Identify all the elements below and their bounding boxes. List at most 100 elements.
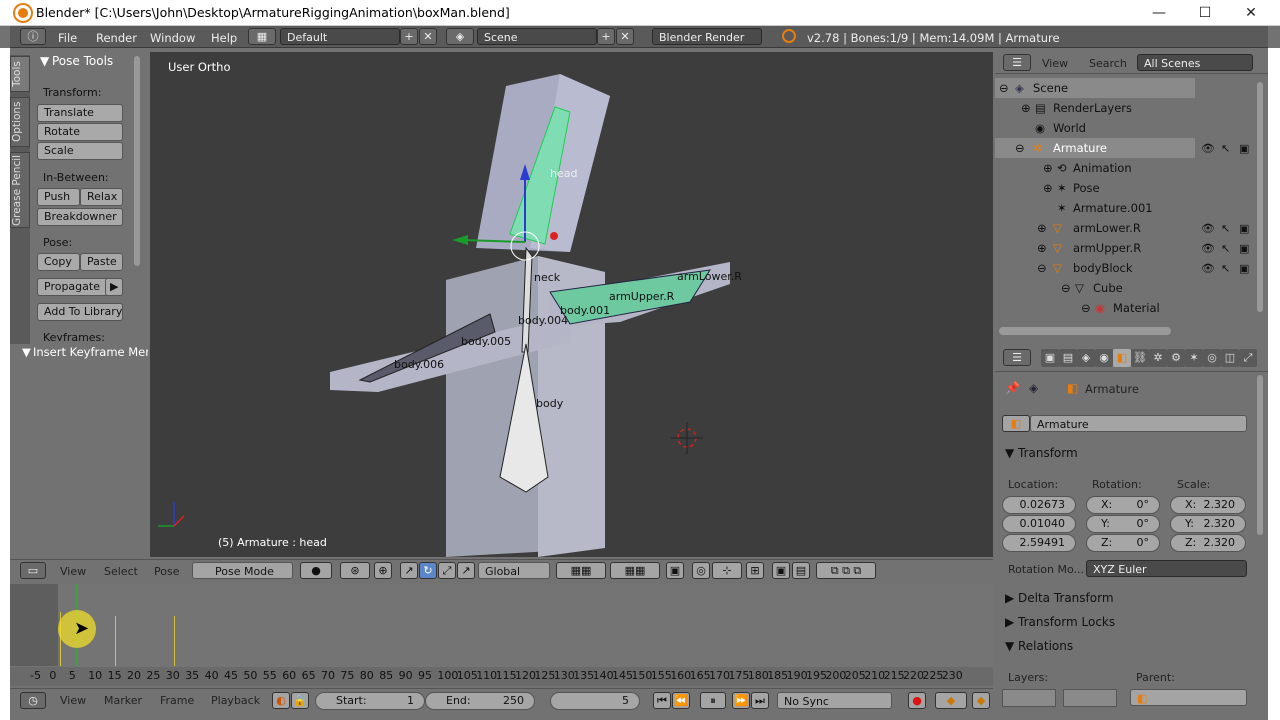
sync-mode-select[interactable]: No Sync	[777, 692, 892, 709]
visibility-eye-icon-2[interactable]: 👁	[1201, 222, 1215, 235]
jump-end-icon[interactable]: ⏭	[751, 692, 769, 709]
collapse-bodyblock-icon[interactable]: ⊖	[1037, 258, 1047, 278]
properties-tab-icon[interactable]: ◎	[1203, 349, 1221, 367]
add-screen-icon[interactable]: +	[400, 28, 418, 45]
scale-z-field[interactable]: Z: 2.320	[1170, 534, 1246, 552]
rotate-manipulator-icon[interactable]: ↻	[419, 562, 437, 579]
pause-icon[interactable]: ⏸	[700, 692, 726, 709]
rotation-x-field[interactable]: X: 0°	[1086, 496, 1160, 514]
pin-icon[interactable]: 📌	[1005, 381, 1020, 395]
scale-x-field[interactable]: X: 2.320	[1170, 496, 1246, 514]
proportional-edit-icon[interactable]: ◎	[692, 562, 710, 579]
start-frame-field[interactable]: Start: 1	[315, 692, 425, 710]
paste-pose-button[interactable]: Paste	[80, 253, 123, 271]
transform-section-title[interactable]: Transform	[1018, 446, 1078, 460]
propagate-button[interactable]: Propagate	[37, 278, 109, 296]
delta-transform-expand-icon[interactable]: ▶	[1005, 591, 1014, 605]
properties-tab-icon[interactable]: ⛓	[1131, 349, 1149, 367]
translate-button[interactable]: Translate	[37, 104, 123, 122]
menu-help[interactable]: Help	[211, 31, 237, 45]
menu-window[interactable]: Window	[150, 31, 195, 45]
scene-field[interactable]: Scene	[477, 28, 597, 45]
relax-button[interactable]: Relax	[80, 188, 123, 206]
outliner-item-armature[interactable]: Armature	[1053, 138, 1107, 158]
outliner-item-bodyblock[interactable]: bodyBlock	[1073, 258, 1133, 278]
properties-tab-icon[interactable]: ✶	[1185, 349, 1203, 367]
tab-options[interactable]: Options	[10, 97, 30, 147]
outliner-editor-icon[interactable]: ☰	[1003, 54, 1031, 71]
collapse-cube-icon[interactable]: ⊖	[1061, 278, 1071, 298]
properties-tab-icon[interactable]: ◉	[1095, 349, 1113, 367]
location-y-field[interactable]: 0.01040	[1002, 515, 1076, 533]
collapse-material-icon[interactable]: ⊖	[1081, 298, 1091, 318]
render-icon-3[interactable]: ▣	[1239, 242, 1249, 255]
properties-tab-icon[interactable]: ✲	[1149, 349, 1167, 367]
tool-panel-scrollbar[interactable]	[134, 56, 140, 266]
timeline-menu-marker[interactable]: Marker	[104, 694, 142, 707]
close-button[interactable]: ✕	[1228, 0, 1274, 26]
shading-icon[interactable]: ●	[300, 562, 332, 579]
expand-armupper-icon[interactable]: ⊕	[1037, 238, 1047, 258]
snap-element-icon[interactable]: ⊹	[712, 562, 742, 579]
rotation-z-field[interactable]: Z: 0°	[1086, 534, 1160, 552]
minimize-button[interactable]: —	[1136, 0, 1182, 26]
render-icon-2[interactable]: ▣	[1239, 222, 1249, 235]
delta-transform-title[interactable]: Delta Transform	[1018, 591, 1114, 605]
snap-target-icon[interactable]: ⊞	[746, 562, 764, 579]
properties-tab-icon[interactable]: ◧	[1113, 349, 1131, 367]
transform-locks-title[interactable]: Transform Locks	[1018, 615, 1115, 629]
location-x-field[interactable]: 0.02673	[1002, 496, 1076, 514]
select-arrow-icon-2[interactable]: ↖	[1221, 222, 1230, 235]
tab-tools[interactable]: Tools	[10, 56, 30, 92]
current-frame-field[interactable]: 5	[550, 692, 640, 710]
outliner[interactable]: ☰ View Search All Scenes ⊖ ◈ Scene ⊕ ▤ R…	[995, 52, 1268, 340]
screen-layout-field[interactable]: Default	[280, 28, 400, 45]
lock-range-icon[interactable]: 🔒	[291, 692, 309, 709]
3d-viewport[interactable]: User Ortho head neck body.005 body.006 b…	[150, 52, 993, 557]
menu-render[interactable]: Render	[96, 31, 137, 45]
render-camera-icon[interactable]: ▣	[772, 562, 790, 579]
transform-locks-expand-icon[interactable]: ▶	[1005, 615, 1014, 629]
jump-start-icon[interactable]: ⏮	[653, 692, 671, 709]
timeline-area[interactable]: ➤ -5 0 5 10 15 20 25 30 35 40 45 50 55 60 65 70 75 80 85 90…	[10, 584, 993, 686]
visibility-eye-icon-4[interactable]: 👁	[1201, 262, 1215, 275]
copy-pose-button[interactable]: Copy	[37, 253, 80, 271]
pose-copy-paste-icons[interactable]: ⧉ ⧉ ⧉	[816, 562, 876, 579]
keying-set-icon[interactable]: ◆	[935, 692, 967, 709]
properties-tab-icon[interactable]: ◫	[1221, 349, 1239, 367]
outliner-item-material[interactable]: Material	[1113, 298, 1160, 318]
select-arrow-icon-3[interactable]: ↖	[1221, 242, 1230, 255]
outliner-item-animation[interactable]: Animation	[1073, 158, 1132, 178]
timeline-editor-icon[interactable]: ◷	[20, 692, 46, 709]
layers-grid-a[interactable]	[1002, 689, 1056, 707]
manipulator-toggle-icon[interactable]: ⊕	[374, 562, 392, 579]
layers-grid-b[interactable]	[1063, 689, 1117, 707]
scale-y-field[interactable]: Y: 2.320	[1170, 515, 1246, 533]
insert-keyframe-collapse-icon[interactable]: ▼	[22, 345, 31, 359]
timeline-menu-frame[interactable]: Frame	[160, 694, 194, 707]
record-icon[interactable]: ●	[908, 692, 926, 709]
render-icon-4[interactable]: ▣	[1239, 262, 1249, 275]
expand-animation-icon[interactable]: ⊕	[1043, 158, 1053, 178]
properties-tab-icon[interactable]: ▣	[1041, 349, 1059, 367]
timeline-menu-view[interactable]: View	[60, 694, 86, 707]
visibility-eye-icon[interactable]: 👁	[1201, 142, 1215, 155]
object-icon[interactable]: ◧	[1002, 415, 1030, 432]
viewport-menu-select[interactable]: Select	[104, 565, 138, 578]
editor-type-icon[interactable]: ▭	[20, 562, 46, 579]
manipulator-extra-icon[interactable]: ↗	[457, 562, 475, 579]
outliner-v-scrollbar[interactable]	[1257, 82, 1263, 312]
collapse-icon[interactable]: ⊖	[1015, 138, 1025, 158]
breakdowner-button[interactable]: Breakdowner	[37, 208, 123, 226]
outliner-menu-search[interactable]: Search	[1089, 57, 1127, 70]
lock-layers-icon[interactable]: ▣	[666, 562, 684, 579]
parent-field[interactable]: ◧	[1130, 689, 1247, 706]
render-anim-icon[interactable]: ▤	[792, 562, 810, 579]
rotate-button[interactable]: Rotate	[37, 123, 123, 141]
remove-screen-icon[interactable]: ✕	[419, 28, 437, 45]
viewport-menu-pose[interactable]: Pose	[154, 565, 179, 578]
layers-grid-2-icon[interactable]: ▦▦	[610, 562, 660, 579]
outliner-item-pose[interactable]: Pose	[1073, 178, 1100, 198]
tab-grease-pencil[interactable]: Grease Pencil	[10, 152, 30, 228]
location-z-field[interactable]: 2.59491	[1002, 534, 1076, 552]
